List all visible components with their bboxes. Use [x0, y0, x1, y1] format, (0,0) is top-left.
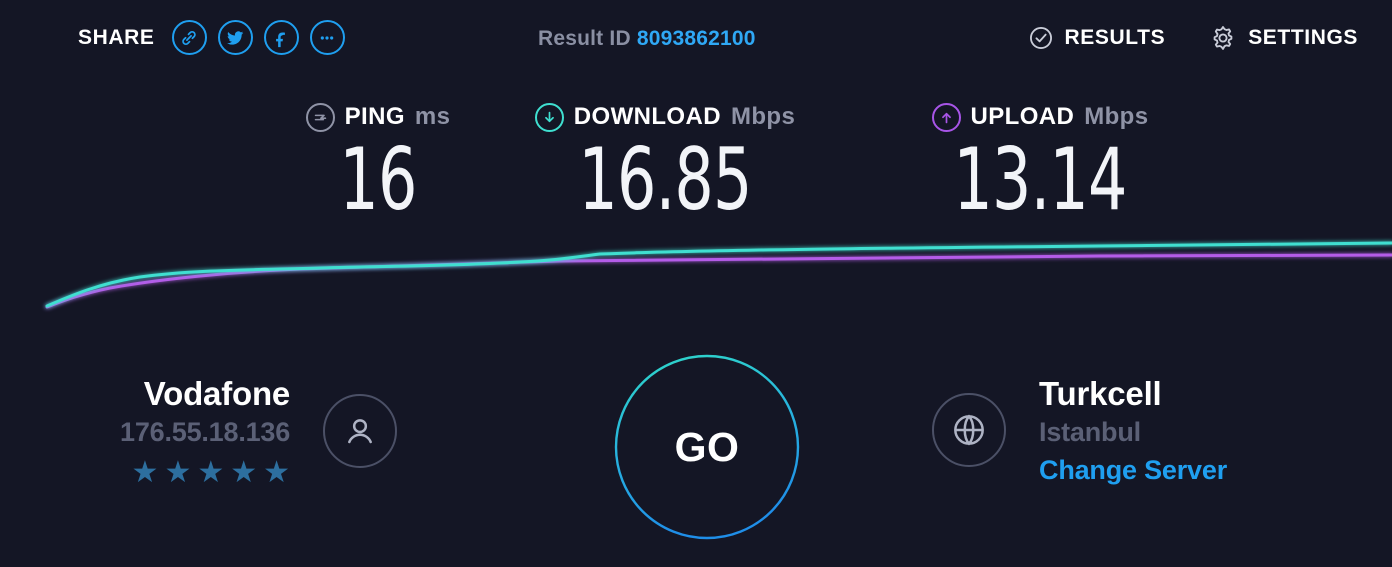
link-icon[interactable] — [171, 20, 207, 55]
results-button[interactable]: RESULTS — [1028, 25, 1166, 51]
ping-icon — [305, 102, 335, 132]
metric-download-name: DOWNLOAD — [573, 103, 721, 130]
star-icon[interactable]: ★ — [230, 457, 257, 488]
facebook-icon[interactable] — [263, 20, 299, 55]
metric-upload: UPLOAD Mbps 13.14 — [860, 100, 1220, 230]
isp-ip-address: 176.55.18.136 — [120, 416, 291, 447]
metric-ping-unit: ms — [414, 103, 451, 130]
server-city: Istanbul — [1039, 416, 1141, 447]
speed-graph — [45, 241, 1392, 309]
metric-upload-header: UPLOAD Mbps — [860, 100, 1220, 134]
download-arrow-icon — [534, 102, 564, 132]
star-icon[interactable]: ★ — [197, 457, 224, 488]
person-icon[interactable] — [323, 394, 398, 469]
star-icon[interactable]: ★ — [164, 457, 191, 488]
metrics-row: PING ms 16 DOWNLOAD Mbps 16.85 UPLOAD Mb… — [0, 100, 1392, 240]
speedtest-app: SHARE Result ID 8093862100 RESULTS SETTI… — [0, 0, 1392, 567]
isp-name: Vodafone — [143, 375, 291, 412]
gear-icon — [1209, 24, 1237, 52]
metric-download: DOWNLOAD Mbps 16.85 — [450, 100, 880, 230]
globe-icon[interactable] — [932, 393, 1007, 468]
twitter-icon[interactable] — [217, 20, 253, 55]
bottom-panel: Vodafone 176.55.18.136 ★ ★ ★ ★ ★ GO Turk… — [0, 330, 1392, 567]
settings-label: SETTINGS — [1248, 26, 1358, 49]
isp-rating-stars[interactable]: ★ ★ ★ ★ ★ — [120, 457, 291, 488]
metric-download-unit: Mbps — [730, 103, 796, 130]
server-text: Turkcell Istanbul Change Server — [1039, 375, 1227, 486]
result-id-label: Result ID — [538, 27, 631, 50]
app-header: SHARE Result ID 8093862100 RESULTS SETTI… — [0, 0, 1392, 78]
settings-button[interactable]: SETTINGS — [1209, 24, 1358, 52]
result-id: Result ID 8093862100 — [538, 27, 756, 51]
star-icon[interactable]: ★ — [132, 457, 159, 488]
metric-upload-unit: Mbps — [1084, 103, 1149, 130]
metric-download-header: DOWNLOAD Mbps — [450, 100, 880, 134]
metric-upload-value: 13.14 — [953, 130, 1127, 230]
go-button[interactable]: GO — [614, 354, 800, 540]
metric-ping-name: PING — [344, 103, 405, 130]
upload-graph-line — [45, 253, 1392, 309]
result-id-value[interactable]: 8093862100 — [637, 27, 756, 50]
more-icon[interactable] — [309, 20, 345, 55]
share-group: SHARE — [78, 20, 345, 55]
results-label: RESULTS — [1064, 26, 1166, 49]
isp-text: Vodafone 176.55.18.136 ★ ★ ★ ★ ★ — [120, 375, 290, 488]
server-name: Turkcell — [1039, 375, 1162, 412]
metric-download-value: 16.85 — [578, 130, 752, 230]
change-server-link[interactable]: Change Server — [1039, 455, 1227, 486]
isp-block: Vodafone 176.55.18.136 ★ ★ ★ ★ ★ — [120, 375, 398, 488]
go-label: GO — [674, 423, 740, 470]
download-graph-line — [45, 241, 1392, 308]
metric-upload-name: UPLOAD — [970, 103, 1075, 130]
check-circle-icon — [1028, 25, 1054, 51]
star-icon[interactable]: ★ — [263, 457, 290, 488]
server-block: Turkcell Istanbul Change Server — [932, 375, 1227, 486]
share-label: SHARE — [78, 25, 155, 49]
upload-arrow-icon — [931, 102, 961, 132]
header-actions: RESULTS SETTINGS — [1028, 24, 1358, 52]
